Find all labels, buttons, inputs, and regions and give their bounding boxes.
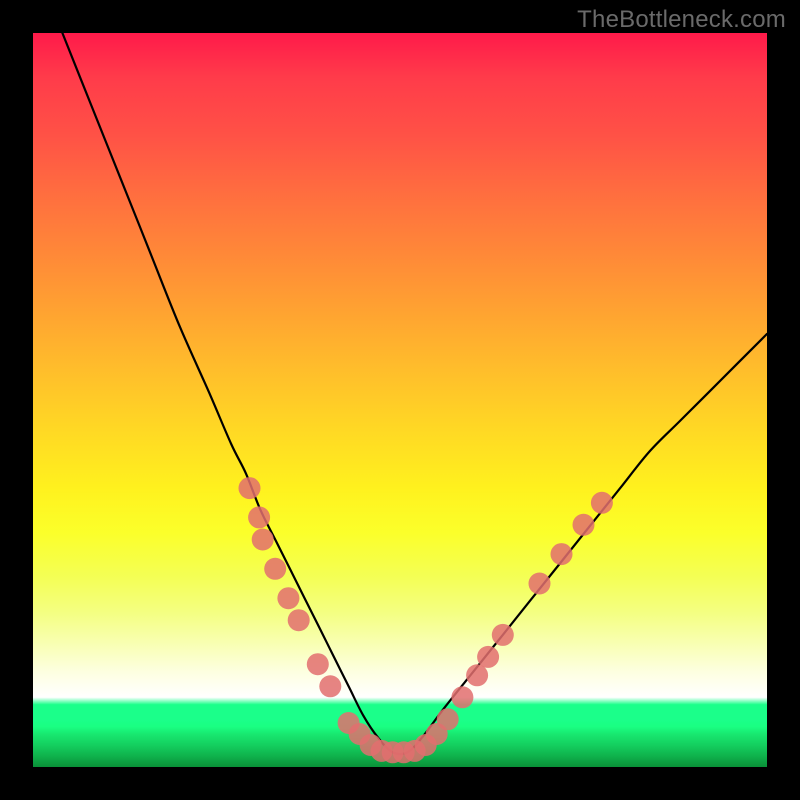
- curve-marker: [591, 492, 613, 514]
- curve-marker: [573, 514, 595, 536]
- chart-svg: [33, 33, 767, 767]
- curve-marker: [277, 587, 299, 609]
- curve-marker: [307, 653, 329, 675]
- curve-markers: [239, 477, 613, 763]
- curve-marker: [551, 543, 573, 565]
- curve-marker: [252, 529, 274, 551]
- watermark-text: TheBottleneck.com: [577, 6, 786, 34]
- curve-marker: [477, 646, 499, 668]
- curve-marker: [492, 624, 514, 646]
- curve-marker: [264, 558, 286, 580]
- curve-marker: [239, 477, 261, 499]
- curve-marker: [437, 708, 459, 730]
- curve-marker: [319, 675, 341, 697]
- curve-marker: [466, 664, 488, 686]
- curve-marker: [248, 506, 270, 528]
- bottleneck-curve: [62, 33, 767, 754]
- curve-marker: [451, 686, 473, 708]
- chart-plot-area: [33, 33, 767, 767]
- curve-marker: [529, 573, 551, 595]
- curve-marker: [288, 609, 310, 631]
- chart-frame: TheBottleneck.com: [0, 0, 800, 800]
